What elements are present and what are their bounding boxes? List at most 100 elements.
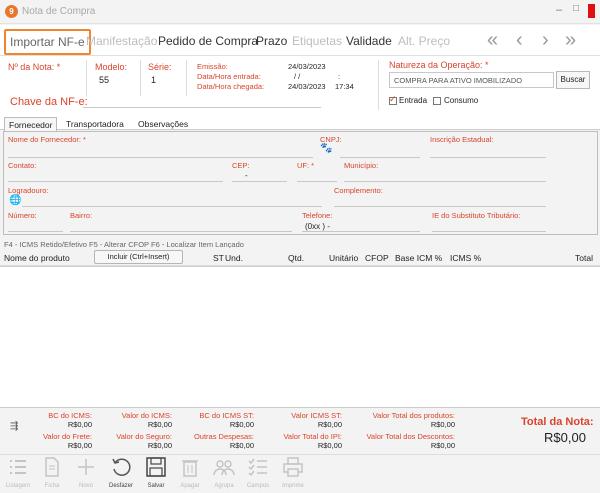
bc-icms-st-label: BC do ICMS ST: [199,411,254,420]
cep-input[interactable] [232,181,287,182]
modelo-value[interactable]: 55 [99,75,109,85]
chegada-date[interactable]: 24/03/2023 [288,82,326,91]
cnpj-lookup-icon[interactable]: 🐾 [320,143,332,154]
bc-icms-st-value: R$0,00 [229,420,254,429]
apagar-button[interactable]: Apagar [175,456,205,489]
listagem-button[interactable]: Listagem [3,456,33,489]
municipio-label: Município: [344,161,379,170]
undo-icon [112,458,131,476]
tab-observacoes[interactable]: Observações [138,119,188,129]
window-title: Nota de Compra [22,6,96,17]
list-icon [10,460,26,474]
numero-input[interactable] [8,231,63,232]
valor-frete-label: Valor do Frete: [42,432,92,441]
nome-fornecedor-input[interactable] [8,157,313,158]
emissao-value[interactable]: 24/03/2023 [288,62,326,71]
salvar-button[interactable]: Salvar [141,456,171,489]
next-record-icon[interactable]: › [542,29,549,52]
valor-icms-label: Valor do ICMS: [121,411,172,420]
bc-icms-value: R$0,00 [67,420,92,429]
bairro-input[interactable] [70,231,292,232]
checklist-icon [248,458,267,477]
globe-icon[interactable]: 🌐 [9,195,21,206]
chave-nfe-input[interactable] [83,107,321,108]
entrada-label: Data/Hora entrada: [197,72,261,81]
chegada-label: Data/Hora chegada: [197,82,265,91]
prazo-button[interactable]: Prazo [256,34,287,48]
valor-descontos-value: R$0,00 [430,441,455,450]
last-record-icon[interactable]: » [565,29,576,52]
salvar-label: Salvar [147,483,165,489]
serie-value[interactable]: 1 [151,75,156,85]
agrupa-label: Agrupa [214,483,234,489]
consumo-checkbox[interactable] [433,97,441,105]
etiquetas-button[interactable]: Etiquetas [292,34,342,48]
imprime-label: Imprime [282,483,304,489]
group-icon [213,460,235,476]
novo-label: Novo [78,483,93,489]
uf-input[interactable] [297,181,337,182]
validade-button[interactable]: Validade [346,34,392,48]
campos-button[interactable]: Campos [243,456,273,489]
logradouro-input[interactable] [22,206,322,207]
entrada-checkbox[interactable] [389,94,397,105]
divider [86,60,87,96]
incluir-button[interactable]: Incluir (Ctrl+Insert) [94,250,183,264]
products-grid[interactable] [0,266,600,408]
nome-fornecedor-label: Nome do Fornecedor: * [8,135,86,144]
trash-icon [182,460,198,477]
telefone-input[interactable] [302,231,420,232]
inscricao-estadual-input[interactable] [430,157,546,158]
novo-button[interactable]: Novo [71,456,101,489]
prev-record-icon[interactable]: ‹ [516,29,523,52]
ie-substituto-label: IE do Substituto Tributário: [432,211,521,220]
municipio-input[interactable] [344,181,546,182]
first-record-icon[interactable]: « [487,29,498,52]
natureza-input[interactable]: COMPRA PARA ATIVO IMOBILIZADO [389,72,554,88]
tab-transportadora[interactable]: Transportadora [66,119,124,129]
col-st: ST [213,253,224,263]
manifestacao-button[interactable]: Manifestação [86,34,157,48]
valor-frete-value: R$0,00 [67,441,92,450]
imprime-button[interactable]: Imprime [278,456,308,489]
col-unitario: Unitário [329,253,359,263]
maximize-icon[interactable]: □ [573,3,579,14]
entrada-date[interactable]: / / [294,72,300,81]
col-nome-produto: Nome do produto [4,253,70,263]
minimize-icon[interactable]: – [556,4,562,16]
agrupa-button[interactable]: Agrupa [209,456,239,489]
desfazer-button[interactable]: Desfazer [106,456,136,489]
logradouro-label: Logradouro: [8,186,49,195]
complemento-input[interactable] [334,206,546,207]
close-button[interactable] [588,4,595,18]
divider [186,60,187,96]
alt-preco-button[interactable]: Alt. Preço [398,34,450,48]
valor-produtos-value: R$0,00 [430,420,455,429]
expand-totals-icon[interactable]: ⇶ [10,421,18,432]
bairro-label: Bairro: [70,211,93,220]
valor-seguro-label: Valor do Seguro: [116,432,172,441]
ficha-button[interactable]: Ficha [37,456,67,489]
numero-nota-label: Nº da Nota: * [8,62,61,72]
valor-descontos-label: Valor Total dos Descontos: [366,432,455,441]
telefone-value[interactable]: (0xx ) - [305,222,330,231]
inscricao-estadual-label: Inscrição Estadual: [430,135,494,144]
col-und: Und. [225,253,243,263]
bc-icms-label: BC do ICMS: [48,411,92,420]
total-nota-label: Total da Nota: [521,416,594,428]
cep-value[interactable]: - [245,171,248,180]
valor-seguro-value: R$0,00 [147,441,172,450]
importar-nfe-button[interactable]: Importar NF-e [4,29,91,55]
cnpj-input[interactable] [340,157,420,158]
ie-substituto-input[interactable] [432,231,546,232]
emissao-label: Emissão: [197,62,228,71]
buscar-button[interactable]: Buscar [556,71,590,89]
valor-ipi-label: Valor Total do IPI: [283,432,342,441]
pedido-compra-button[interactable]: Pedido de Compra [158,34,258,48]
tab-fornecedor[interactable]: Fornecedor [4,117,58,131]
total-nota-value: R$0,00 [544,430,586,445]
campos-label: Campos [246,483,270,489]
entrada-time[interactable]: : [338,72,340,81]
contato-input[interactable] [8,181,223,182]
chegada-time[interactable]: 17:34 [335,82,354,91]
